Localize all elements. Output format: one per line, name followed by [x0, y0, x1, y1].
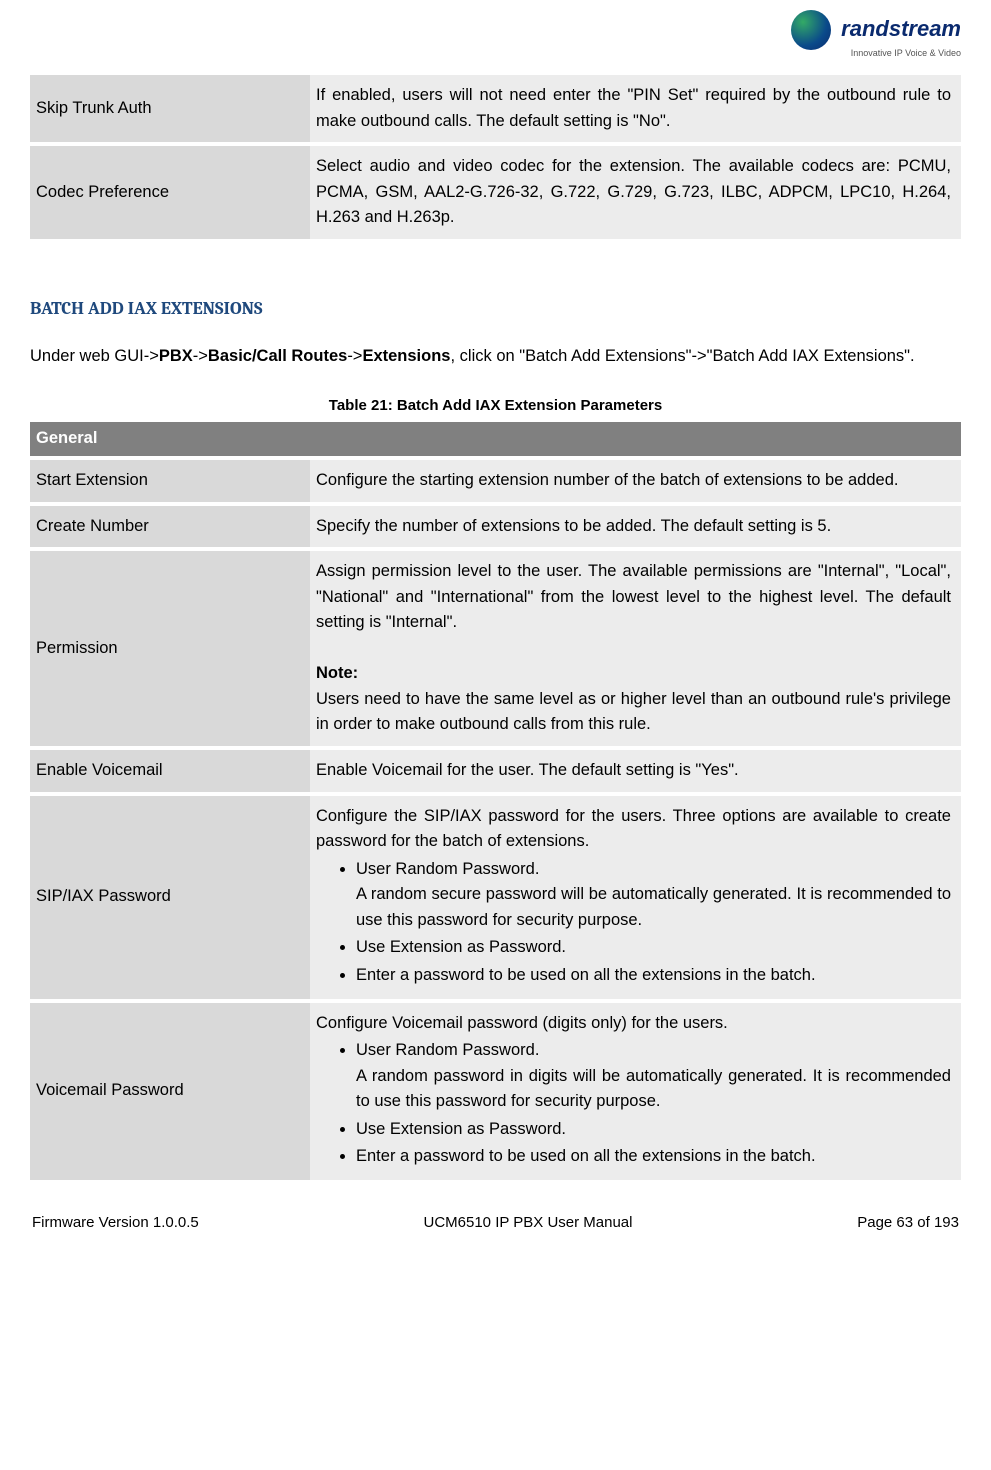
logo-area: randstream Innovative IP Voice & Video: [30, 0, 961, 71]
bold-pbx: PBX: [159, 347, 193, 365]
bullet-text: User Random Password.: [356, 1041, 539, 1059]
bullet-sub: A random password in digits will be auto…: [356, 1064, 951, 1115]
list-item: Enter a password to be used on all the e…: [356, 963, 951, 989]
brand-logo: randstream Innovative IP Voice & Video: [791, 10, 961, 58]
bold-extensions: Extensions: [362, 347, 450, 365]
param-desc: Assign permission level to the user. The…: [310, 551, 961, 746]
body-paragraph: Under web GUI->PBX->Basic/Call Routes->E…: [30, 344, 961, 370]
param-desc: Configure the SIP/IAX password for the u…: [310, 796, 961, 999]
row-voicemail-password: Voicemail Password Configure Voicemail p…: [30, 1003, 961, 1180]
bullet-list: User Random Password. A random password …: [316, 1038, 951, 1170]
batch-iax-table: General Start Extension Configure the st…: [30, 418, 961, 1184]
param-label: Codec Preference: [30, 146, 310, 239]
footer-center: UCM6510 IP PBX User Manual: [424, 1214, 633, 1231]
list-item: User Random Password. A random secure pa…: [356, 857, 951, 934]
brand-tagline: Innovative IP Voice & Video: [791, 48, 961, 58]
para: Users need to have the same level as or …: [316, 687, 951, 738]
param-desc: Specify the number of extensions to be a…: [310, 506, 961, 548]
page-footer: Firmware Version 1.0.0.5 UCM6510 IP PBX …: [30, 1214, 961, 1231]
list-item: User Random Password. A random password …: [356, 1038, 951, 1115]
param-desc: If enabled, users will not need enter th…: [310, 75, 961, 142]
table-caption: Table 21: Batch Add IAX Extension Parame…: [30, 397, 961, 414]
row-enable-voicemail: Enable Voicemail Enable Voicemail for th…: [30, 750, 961, 792]
bullet-list: User Random Password. A random secure pa…: [316, 857, 951, 989]
footer-right: Page 63 of 193: [857, 1214, 959, 1231]
text: , click on "Batch Add Extensions"->"Batc…: [450, 347, 914, 365]
row-permission: Permission Assign permission level to th…: [30, 551, 961, 746]
note-label: Note:: [316, 661, 951, 687]
param-label: Permission: [30, 551, 310, 746]
section-heading: BATCH ADD IAX EXTENSIONS: [30, 298, 961, 319]
list-item: Use Extension as Password.: [356, 1117, 951, 1143]
row-sipiax-password: SIP/IAX Password Configure the SIP/IAX p…: [30, 796, 961, 999]
list-item: Use Extension as Password.: [356, 935, 951, 961]
bold-routes: Basic/Call Routes: [208, 347, 347, 365]
param-desc: Configure the starting extension number …: [310, 460, 961, 502]
list-item: Enter a password to be used on all the e…: [356, 1144, 951, 1170]
top-param-table: Skip Trunk Auth If enabled, users will n…: [30, 71, 961, 243]
document-page: randstream Innovative IP Voice & Video S…: [0, 0, 991, 1261]
row-codec-preference: Codec Preference Select audio and video …: [30, 146, 961, 239]
section-header-label: General: [30, 422, 961, 456]
brand-name: randstream: [841, 16, 961, 41]
text: ->: [193, 347, 208, 365]
param-desc: Select audio and video codec for the ext…: [310, 146, 961, 239]
intro: Configure the SIP/IAX password for the u…: [316, 804, 951, 855]
footer-left: Firmware Version 1.0.0.5: [32, 1214, 199, 1231]
bullet-sub: A random secure password will be automat…: [356, 882, 951, 933]
para: Assign permission level to the user. The…: [316, 559, 951, 636]
param-label: Voicemail Password: [30, 1003, 310, 1180]
section-header-row: General: [30, 422, 961, 456]
text: Under web GUI->: [30, 347, 159, 365]
text: ->: [347, 347, 362, 365]
param-label: Create Number: [30, 506, 310, 548]
param-label: Skip Trunk Auth: [30, 75, 310, 142]
row-skip-trunk-auth: Skip Trunk Auth If enabled, users will n…: [30, 75, 961, 142]
param-desc: Configure Voicemail password (digits onl…: [310, 1003, 961, 1180]
param-desc: Enable Voicemail for the user. The defau…: [310, 750, 961, 792]
bullet-text: User Random Password.: [356, 860, 539, 878]
row-start-extension: Start Extension Configure the starting e…: [30, 460, 961, 502]
intro: Configure Voicemail password (digits onl…: [316, 1011, 951, 1037]
row-create-number: Create Number Specify the number of exte…: [30, 506, 961, 548]
param-label: Enable Voicemail: [30, 750, 310, 792]
param-label: Start Extension: [30, 460, 310, 502]
param-label: SIP/IAX Password: [30, 796, 310, 999]
